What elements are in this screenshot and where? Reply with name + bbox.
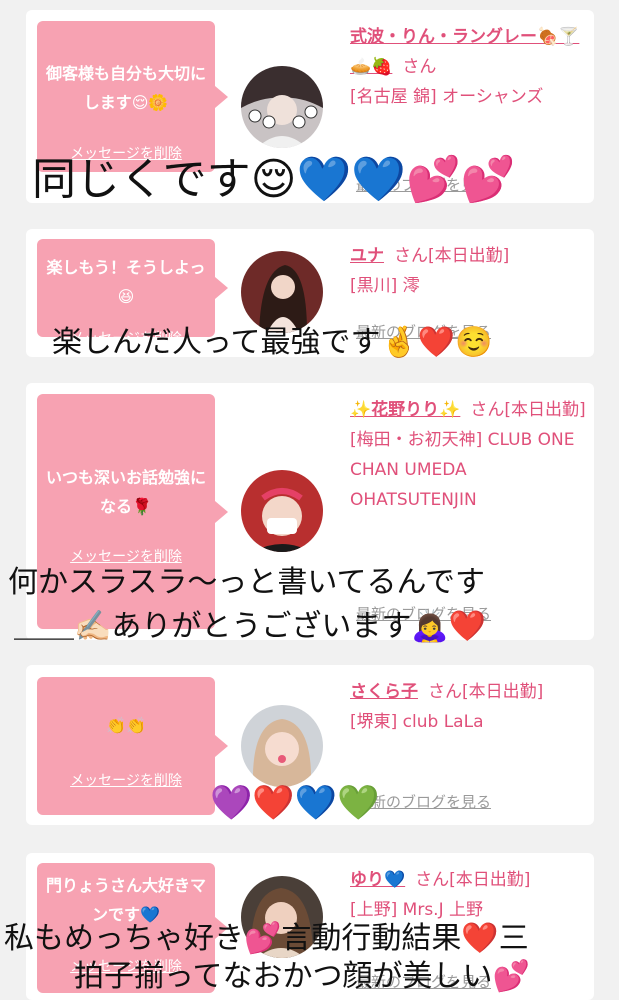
overlay-caption: 楽しんだ人って最強です🤞❤️☺️: [52, 325, 493, 360]
cast-name-link[interactable]: ユナ: [350, 246, 384, 266]
cast-name-link[interactable]: さくら子: [350, 682, 418, 702]
cast-honorific: さん[本日出勤]: [415, 870, 531, 890]
overlay-caption: 拍子揃ってなおかつ顔が美しい💕: [74, 959, 530, 994]
cast-info: ユナ さん[本日出勤] [黒川] 澪: [350, 241, 586, 301]
overlay-caption: 何かスラスラ〜っと書いてるんです: [8, 565, 485, 600]
message-text: 御客様も自分も大切にします😌🌼: [45, 64, 206, 112]
delete-message-link[interactable]: メッセージを削除: [37, 772, 215, 790]
message-bubble: 👏👏 メッセージを削除: [37, 677, 228, 815]
message-text: 👏👏: [106, 716, 146, 735]
cast-name-link[interactable]: 式波・りん・ラングレー🍖🍸🥧🍓: [350, 27, 579, 77]
cast-info: 式波・りん・ラングレー🍖🍸🥧🍓 さん [名古屋 錦] オーシャンズ: [350, 22, 586, 112]
cast-honorific: さん[本日出勤]: [428, 682, 544, 702]
cast-info: ゆり💙 さん[本日出勤] [上野] Mrs.J 上野: [350, 865, 586, 925]
cast-avatar[interactable]: [241, 705, 323, 787]
delete-message-link[interactable]: メッセージを削除: [37, 548, 215, 566]
message-card: いつも深いお話勉強になる🌹 メッセージを削除 ✨花野りり✨ さん[本日出勤] [梅…: [26, 383, 594, 640]
cast-info: ✨花野りり✨ さん[本日出勤] [梅田・お初天神] CLUB ONE CHAN U…: [350, 395, 586, 515]
cast-avatar[interactable]: [241, 66, 323, 148]
cast-honorific: さん: [402, 57, 437, 77]
overlay-emoji: 💜❤️💙💚: [210, 783, 380, 823]
message-text: 楽しもう！そうしよっ😆: [46, 258, 206, 306]
cast-name-link[interactable]: ゆり💙: [350, 870, 405, 890]
shop-name: [梅田・お初天神] CLUB ONE CHAN UMEDA OHATSUTENJ…: [350, 430, 575, 510]
cast-honorific: さん[本日出勤]: [470, 400, 586, 420]
shop-name: [堺東] club LaLa: [350, 712, 484, 732]
message-bubble: 楽しもう！そうしよっ😆 メッセージを削除: [37, 239, 228, 347]
message-text: いつも深いお話勉強になる🌹: [45, 468, 206, 516]
message-bubble: 御客様も自分も大切にします😌🌼 メッセージを削除: [37, 21, 228, 172]
cast-avatar[interactable]: [241, 470, 323, 552]
overlay-caption: ＿＿✍🏻ありがとうございます🙇‍♀️❤️: [14, 609, 487, 644]
cast-avatar[interactable]: [241, 251, 323, 333]
cast-name-link[interactable]: ✨花野りり✨: [350, 400, 460, 420]
shop-name: [黒川] 澪: [350, 276, 420, 296]
shop-name: [名古屋 錦] オーシャンズ: [350, 87, 544, 107]
cast-info: さくら子 さん[本日出勤] [堺東] club LaLa: [350, 677, 586, 737]
overlay-caption: 私もめっちゃ好き💕言動行動結果❤️三: [4, 921, 529, 956]
cast-honorific: さん[本日出勤]: [394, 246, 510, 266]
overlay-caption: 同じくです😌💙💙💕💕: [32, 154, 516, 205]
